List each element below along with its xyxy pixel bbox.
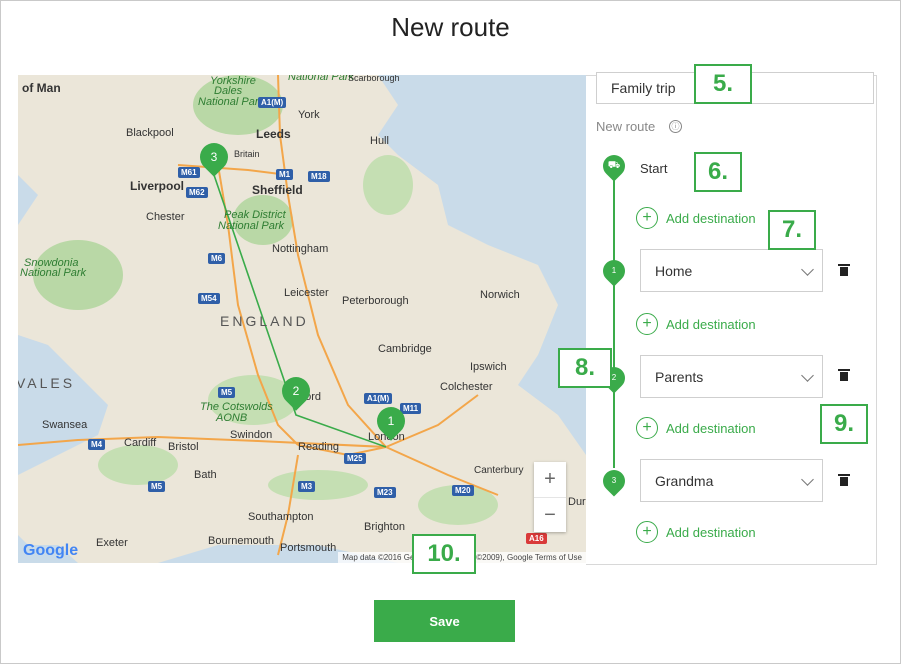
label-wales: VALES: [18, 375, 76, 391]
label-of-man: of Man: [22, 81, 61, 95]
callout-5: 5.: [694, 64, 752, 104]
save-button[interactable]: Save: [374, 600, 515, 642]
label-leicester: Leicester: [284, 287, 329, 299]
label-sheffield: Sheffield: [252, 183, 303, 197]
zoom-out-button[interactable]: −: [534, 497, 566, 533]
label-portsmouth: Portsmouth: [280, 542, 337, 554]
trash-icon[interactable]: [838, 369, 850, 381]
label-canterbury: Canterbury: [474, 465, 524, 476]
road-shield: M5: [218, 387, 236, 398]
label-peterborough: Peterborough: [342, 295, 409, 307]
label-aonb: AONB: [216, 412, 248, 424]
label-national-park: National Park: [198, 96, 265, 108]
chevron-down-icon: [801, 369, 814, 382]
label-cambridge: Cambridge: [378, 343, 432, 355]
add-destination-button[interactable]: + Add destination: [636, 416, 756, 440]
trash-icon[interactable]: [838, 264, 850, 276]
label-scarborough: Scarborough: [348, 75, 400, 83]
road-shield: M25: [344, 453, 366, 464]
stop-pin-3: 3: [598, 465, 630, 497]
start-pin-icon: ⛟: [598, 150, 630, 182]
stop-select-1[interactable]: Home: [640, 249, 823, 292]
label-bristol: Bristol: [168, 441, 199, 453]
plus-icon: +: [636, 207, 658, 229]
road-shield: M4: [88, 439, 106, 450]
map-marker-2[interactable]: 2: [276, 371, 316, 411]
stop-select-3[interactable]: Grandma: [640, 459, 823, 502]
road-shield: M3: [298, 481, 316, 492]
label-swansea: Swansea: [42, 419, 88, 431]
road-shield: M20: [452, 485, 474, 496]
trash-icon[interactable]: [838, 474, 850, 486]
label-blackpool: Blackpool: [126, 127, 174, 139]
page-title: New route: [391, 12, 510, 42]
label-ipswich: Ipswich: [470, 361, 507, 373]
label-britain: Britain: [234, 149, 260, 159]
road-shield: M23: [374, 487, 396, 498]
label-hull: Hull: [370, 135, 389, 147]
plus-icon: +: [636, 313, 658, 335]
add-destination-button[interactable]: + Add destination: [636, 312, 756, 336]
map-marker-1[interactable]: 1: [371, 401, 411, 441]
label-southampton: Southampton: [248, 511, 314, 523]
label-bath: Bath: [194, 469, 217, 481]
callout-8: 8.: [558, 348, 612, 388]
route-map[interactable]: of Man Yorkshire Dales National Park Nat…: [18, 75, 586, 563]
route-subtitle: New route: [596, 119, 656, 134]
road-shield: M54: [198, 293, 220, 304]
road-shield: M6: [208, 253, 226, 264]
label-liverpool: Liverpool: [130, 179, 185, 193]
road-shield: A16: [526, 533, 547, 544]
add-destination-button[interactable]: + Add destination: [636, 206, 756, 230]
label-swindon: Swindon: [230, 429, 273, 441]
label-cardiff: Cardiff: [124, 437, 157, 449]
road-shield: M62: [186, 187, 208, 198]
timeline-line: [613, 172, 615, 262]
start-label: Start: [640, 161, 668, 176]
plus-icon: +: [636, 417, 658, 439]
label-nottingham: Nottingham: [272, 243, 329, 255]
label-england: ENGLAND: [220, 313, 309, 329]
label-dur: Dur: [568, 496, 586, 508]
road-shield: M61: [178, 167, 200, 178]
road-shield: M18: [308, 171, 330, 182]
chevron-down-icon: [801, 263, 814, 276]
label-bournemouth: Bournemouth: [208, 535, 275, 547]
map-marker-3[interactable]: 3: [194, 137, 234, 177]
label-brighton: Brighton: [364, 521, 405, 533]
label-norwich: Norwich: [480, 289, 520, 301]
road-shield: M5: [148, 481, 166, 492]
label-national-park-top: National Park: [288, 75, 355, 83]
info-icon[interactable]: ⓘ: [669, 120, 682, 133]
label-national-park-3: National Park: [20, 267, 87, 279]
add-destination-button[interactable]: + Add destination: [636, 520, 756, 544]
callout-6: 6.: [694, 152, 742, 192]
label-colchester: Colchester: [440, 381, 493, 393]
label-exeter: Exeter: [96, 537, 128, 549]
label-chester: Chester: [146, 211, 185, 223]
stop-select-2[interactable]: Parents: [640, 355, 823, 398]
timeline-line: [613, 388, 615, 468]
callout-7: 7.: [768, 210, 816, 250]
callout-9: 9.: [820, 404, 868, 444]
zoom-control: + −: [534, 462, 566, 532]
label-reading: Reading: [298, 441, 339, 453]
callout-10: 10.: [412, 534, 476, 574]
zoom-in-button[interactable]: +: [534, 462, 566, 497]
chevron-down-icon: [801, 473, 814, 486]
google-logo: Google: [23, 542, 79, 559]
label-national-park-2: National Park: [218, 220, 285, 232]
stop-pin-1: 1: [598, 255, 630, 287]
label-leeds: Leeds: [256, 127, 291, 141]
road-shield: A1(M): [258, 97, 287, 108]
plus-icon: +: [636, 521, 658, 543]
timeline-line: [613, 280, 615, 370]
road-shield: A1(M): [364, 393, 393, 404]
road-shield: M1: [276, 169, 294, 180]
label-york: York: [298, 109, 320, 121]
